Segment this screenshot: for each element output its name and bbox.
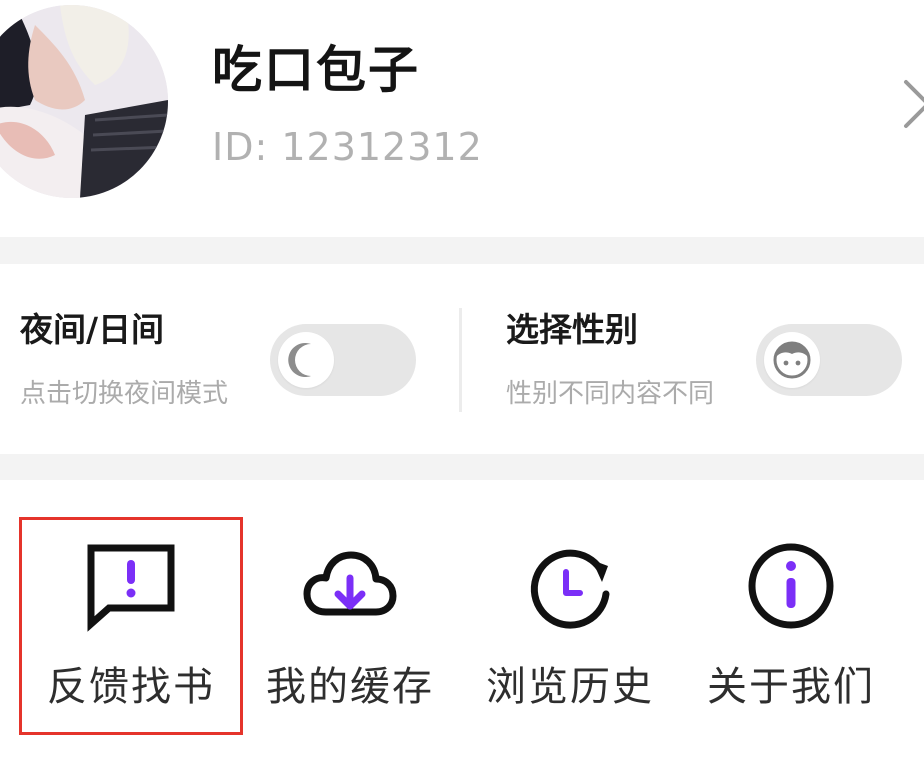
night-mode-switch[interactable]: [270, 324, 416, 396]
user-id: ID: 12312312: [212, 125, 483, 169]
night-mode-setting: 夜间/日间 点击切换夜间模式: [0, 264, 440, 454]
gender-title: 选择性别: [506, 310, 638, 349]
section-divider: [0, 454, 924, 481]
function-grid: 反馈找书 我的缓存 浏览历史 关于我们: [0, 480, 924, 766]
face-icon: [773, 341, 811, 379]
menu-item-label: 关于我们: [707, 664, 875, 710]
night-mode-subtitle: 点击切换夜间模式: [20, 379, 229, 409]
menu-item-about[interactable]: 关于我们: [681, 480, 901, 766]
avatar[interactable]: [0, 5, 168, 198]
menu-item-feedback[interactable]: 反馈找书: [21, 480, 241, 766]
history-icon: [530, 549, 610, 629]
switch-knob: [278, 332, 334, 388]
menu-item-label: 浏览历史: [486, 664, 654, 710]
menu-item-history[interactable]: 浏览历史: [460, 480, 680, 766]
toggle-section: 夜间/日间 点击切换夜间模式 选择性别 性别不同内容不同: [0, 264, 924, 454]
menu-item-cache[interactable]: 我的缓存: [240, 480, 460, 766]
night-mode-title: 夜间/日间: [20, 310, 165, 349]
cloud-download-icon: [303, 551, 397, 616]
feedback-icon: [87, 544, 175, 632]
section-divider: [0, 237, 924, 264]
gender-subtitle: 性别不同内容不同: [506, 379, 715, 409]
chevron-right-icon[interactable]: [902, 76, 924, 132]
info-icon: [748, 543, 834, 629]
menu-item-label: 我的缓存: [266, 664, 434, 710]
gender-setting: 选择性别 性别不同内容不同: [484, 264, 924, 454]
menu-item-label: 反馈找书: [47, 664, 215, 710]
username: 吃口包子: [212, 41, 420, 99]
switch-knob: [764, 332, 820, 388]
moon-icon: [288, 343, 311, 377]
vertical-divider: [459, 308, 462, 412]
gender-switch[interactable]: [756, 324, 902, 396]
avatar-image: [0, 5, 168, 198]
profile-header[interactable]: 吃口包子 ID: 12312312: [0, 0, 924, 237]
